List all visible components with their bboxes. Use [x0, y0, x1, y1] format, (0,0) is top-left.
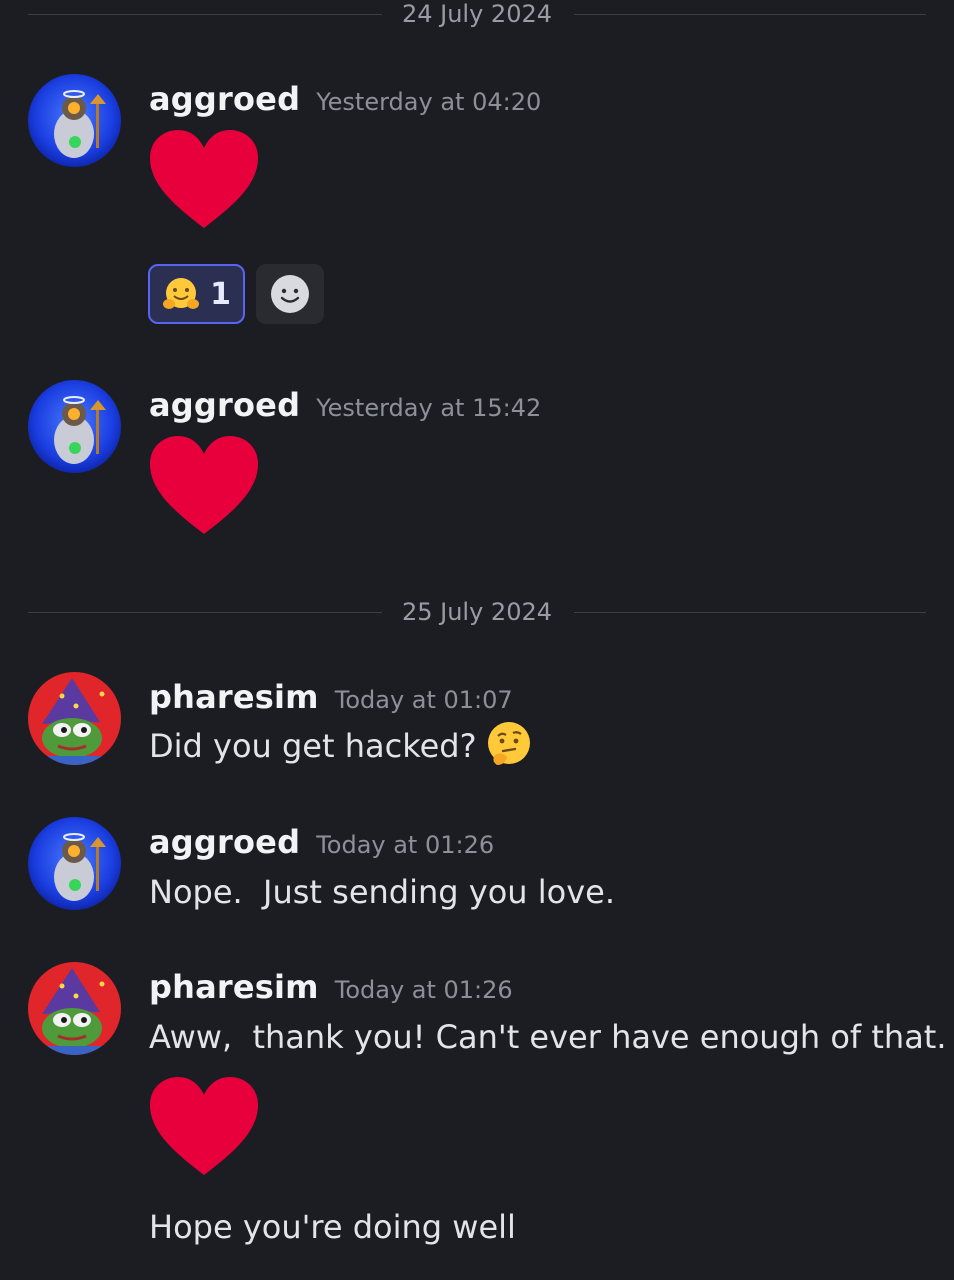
divider-line — [574, 14, 926, 15]
avatar-aggroed[interactable] — [28, 380, 121, 473]
username[interactable]: pharesim — [149, 968, 319, 1006]
add-reaction-button[interactable] — [256, 264, 324, 324]
timestamp: Today at 01:07 — [334, 686, 513, 714]
date-divider: 24 July 2024 — [28, 0, 926, 30]
avatar-aggroed[interactable] — [28, 74, 121, 167]
hugging-face-icon — [163, 278, 200, 309]
message-header: pharesim Today at 01:07 — [149, 678, 513, 716]
thinking-face-icon — [487, 722, 530, 765]
message-text: Did you get hacked? — [149, 722, 533, 769]
username[interactable]: aggroed — [149, 823, 300, 861]
avatar-aggroed[interactable] — [28, 817, 121, 910]
message-header: aggroed Yesterday at 15:42 — [149, 386, 541, 424]
message-header: aggroed Today at 01:26 — [149, 823, 494, 861]
timestamp: Today at 01:26 — [316, 831, 495, 859]
username[interactable]: pharesim — [149, 678, 319, 716]
reaction-count: 1 — [210, 276, 231, 312]
avatar-pharesim[interactable] — [28, 962, 121, 1055]
date-divider: 25 July 2024 — [28, 598, 926, 628]
message-body: Did you get hacked? — [149, 727, 477, 765]
message-header: aggroed Yesterday at 04:20 — [149, 80, 541, 118]
username[interactable]: aggroed — [149, 80, 300, 118]
avatar-pharesim[interactable] — [28, 672, 121, 765]
divider-line — [574, 612, 926, 613]
message-text: Aww, thank you! Can't ever have enough o… — [149, 1018, 947, 1056]
message-text: Hope you're doing well — [149, 1208, 516, 1246]
heart-emoji-icon — [150, 436, 258, 534]
timestamp: Today at 01:26 — [334, 976, 513, 1004]
chat-view: 24 July 2024 aggroed Yesterday at 04:20 — [0, 0, 954, 1280]
heart-emoji-icon — [150, 1077, 258, 1175]
smiley-add-reaction-icon — [271, 275, 309, 313]
timestamp: Yesterday at 15:42 — [316, 394, 542, 422]
message-text: Nope. Just sending you love. — [149, 873, 615, 911]
username[interactable]: aggroed — [149, 386, 300, 424]
reaction-hugging-face[interactable]: 1 — [148, 264, 245, 324]
timestamp: Yesterday at 04:20 — [316, 88, 542, 116]
message-header: pharesim Today at 01:26 — [149, 968, 513, 1006]
heart-emoji-icon — [150, 130, 258, 228]
